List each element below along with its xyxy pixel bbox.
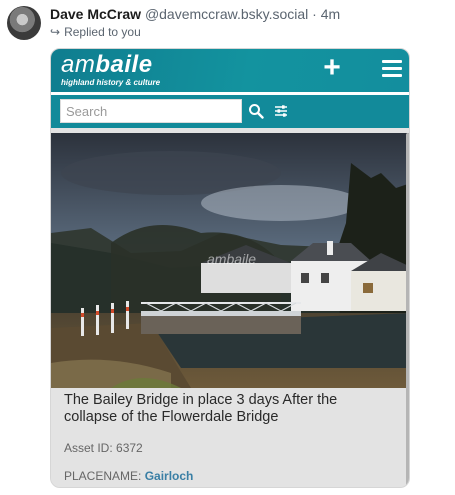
placename-link[interactable]: Gairloch [145,469,194,483]
logo-wordmark: ambaile [61,53,160,77]
reply-note: Replied to you [64,25,141,39]
search-icon[interactable] [248,103,264,119]
author-name[interactable]: Dave McCraw [50,6,141,22]
embed-scrollbar[interactable] [406,133,409,487]
photo-caption: The Bailey Bridge in place 3 days After … [64,392,338,425]
post-header: Dave McCraw @davemccraw.bsky.social · 4m [50,6,340,22]
asset-id-label: Asset ID: [64,441,113,455]
filter-icon[interactable] [273,103,289,119]
ambaile-logo[interactable]: ambaile highland history & culture [61,53,161,88]
logo-bold: baile [95,51,153,78]
post-timestamp[interactable]: 4m [321,6,340,22]
logo-tagline: highland history & culture [61,78,161,87]
menu-icon[interactable] [382,60,402,77]
post-container: Dave McCraw @davemccraw.bsky.social · 4m… [0,0,455,495]
separator-dot: · [312,6,317,22]
embed-card[interactable]: ambaile highland history & culture + Sea… [50,48,410,488]
reply-indicator: ↪ Replied to you [50,25,141,39]
asset-id-line: Asset ID: 6372 [64,441,143,455]
photo-watermark: ambaile [207,251,257,267]
logo-light: am [61,51,96,78]
archive-photo[interactable]: ambaile [51,133,409,388]
caption-panel: The Bailey Bridge in place 3 days After … [51,388,409,487]
search-bar [51,95,409,128]
placename-label: PLACENAME: [64,469,142,483]
app-header: ambaile highland history & culture + [51,49,409,92]
avatar[interactable] [7,6,41,40]
placename-line: PLACENAME: Gairloch [64,469,193,483]
reply-arrow-icon: ↪ [50,25,61,39]
asset-id-value: 6372 [116,441,143,455]
author-handle[interactable]: @davemccraw.bsky.social [145,6,308,22]
search-input[interactable] [60,99,242,123]
plus-icon[interactable]: + [319,53,345,83]
